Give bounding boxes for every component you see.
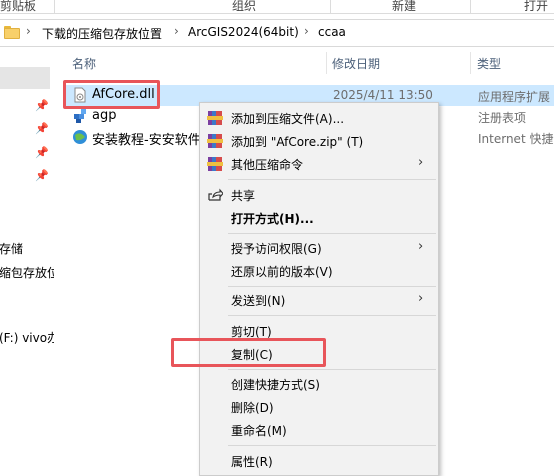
- column-header-date[interactable]: 修改日期: [332, 55, 380, 72]
- menu-separator: [228, 233, 436, 234]
- menu-separator: [228, 445, 436, 446]
- menu-item-label: 删除(D): [231, 401, 274, 415]
- file-type: Internet 快捷方: [478, 132, 554, 146]
- ribbon-group-organize: 组织: [232, 0, 257, 13]
- folder-icon: [4, 26, 20, 39]
- chevron-right-icon[interactable]: ›: [26, 24, 31, 38]
- nav-item[interactable]: (F:) vivo办: [0, 329, 54, 346]
- menu-item-label: 还原以前的版本(V): [231, 265, 333, 279]
- menu-item-create-shortcut[interactable]: 创建快捷方式(S): [200, 373, 438, 395]
- breadcrumb-item[interactable]: 下载的压缩包存放位置: [42, 25, 162, 42]
- menu-separator: [228, 315, 436, 316]
- menu-separator: [228, 286, 436, 287]
- menu-item-share[interactable]: 共享: [200, 184, 438, 206]
- ribbon-group-labels: 剪贴板 组织 新建 打开: [0, 0, 554, 14]
- menu-separator: [228, 369, 436, 370]
- menu-item-open-with[interactable]: 打开方式(H)...: [200, 207, 438, 229]
- winrar-icon: [207, 110, 223, 126]
- navigation-pane: 📌 📌 📌 📌 存储 缩包存放位 (F:) vivo办: [0, 47, 54, 476]
- nav-selected-item[interactable]: [0, 67, 50, 89]
- file-name: agp: [92, 108, 117, 123]
- highlight-box-copy: [171, 338, 326, 367]
- ribbon-divider: [470, 0, 471, 13]
- column-header-name[interactable]: 名称: [72, 55, 96, 72]
- ribbon-divider: [330, 0, 331, 13]
- ribbon-group-open: 打开: [524, 0, 549, 13]
- menu-item-other-compress[interactable]: 其他压缩命令 ›: [200, 153, 438, 175]
- menu-item-rename[interactable]: 重命名(M): [200, 419, 438, 441]
- pin-icon[interactable]: 📌: [35, 169, 49, 182]
- pin-icon[interactable]: 📌: [35, 146, 49, 159]
- menu-item-label: 共享: [231, 189, 256, 203]
- ribbon-group-new: 新建: [392, 0, 417, 13]
- chevron-right-icon[interactable]: ›: [304, 24, 309, 38]
- column-header-type[interactable]: 类型: [477, 55, 501, 72]
- highlight-box-file: [63, 80, 160, 109]
- menu-item-label: 重命名(M): [231, 424, 287, 438]
- menu-item-label: 发送到(N): [231, 294, 286, 308]
- menu-item-label: 创建快捷方式(S): [231, 378, 320, 392]
- winrar-icon: [207, 133, 223, 149]
- menu-item-label: 授予访问权限(G): [231, 242, 322, 256]
- breadcrumb-item[interactable]: ccaa: [318, 25, 346, 39]
- ribbon-group-clipboard: 剪贴板: [0, 0, 37, 13]
- nav-item[interactable]: 存储: [0, 240, 23, 257]
- menu-item-send-to[interactable]: 发送到(N) ›: [200, 289, 438, 311]
- menu-item-delete[interactable]: 删除(D): [200, 396, 438, 418]
- menu-item-label: 添加到 "AfCore.zip" (T): [231, 135, 364, 149]
- menu-item-properties[interactable]: 属性(R): [200, 450, 438, 472]
- submenu-arrow-icon: ›: [418, 155, 424, 170]
- menu-item-label: 打开方式(H)...: [231, 212, 314, 226]
- menu-item-grant-access[interactable]: 授予访问权限(G) ›: [200, 237, 438, 259]
- internet-shortcut-icon: [73, 130, 87, 144]
- file-name: 安装教程-安安软件: [92, 133, 201, 148]
- address-bar[interactable]: › 下载的压缩包存放位置 › ArcGIS2024(64bit) › ccaa: [0, 19, 554, 47]
- column-divider[interactable]: [326, 52, 327, 74]
- menu-item-add-to-archive[interactable]: 添加到压缩文件(A)...: [200, 107, 438, 129]
- context-menu: 添加到压缩文件(A)... 添加到 "AfCore.zip" (T) 其他压缩命…: [199, 102, 439, 476]
- ribbon-divider: [54, 0, 55, 13]
- file-date: 2025/4/11 13:50: [333, 88, 433, 102]
- menu-item-add-to-zip[interactable]: 添加到 "AfCore.zip" (T): [200, 130, 438, 152]
- breadcrumb-item[interactable]: ArcGIS2024(64bit): [188, 25, 299, 39]
- submenu-arrow-icon: ›: [418, 291, 424, 306]
- submenu-arrow-icon: ›: [418, 239, 424, 254]
- menu-item-label: 其他压缩命令: [231, 158, 304, 172]
- registry-file-icon: [74, 109, 86, 123]
- nav-item[interactable]: 缩包存放位: [0, 264, 54, 281]
- chevron-right-icon[interactable]: ›: [174, 24, 179, 38]
- winrar-icon: [207, 156, 223, 172]
- menu-separator: [228, 179, 436, 180]
- menu-item-restore-versions[interactable]: 还原以前的版本(V): [200, 260, 438, 282]
- column-divider[interactable]: [470, 52, 471, 74]
- pin-icon[interactable]: 📌: [35, 122, 49, 135]
- file-type: 注册表项: [478, 111, 527, 125]
- file-type: 应用程序扩展: [478, 90, 551, 104]
- share-icon: [208, 188, 223, 201]
- menu-item-label: 属性(R): [231, 455, 273, 469]
- menu-item-label: 添加到压缩文件(A)...: [231, 112, 345, 126]
- pin-icon[interactable]: 📌: [35, 99, 49, 112]
